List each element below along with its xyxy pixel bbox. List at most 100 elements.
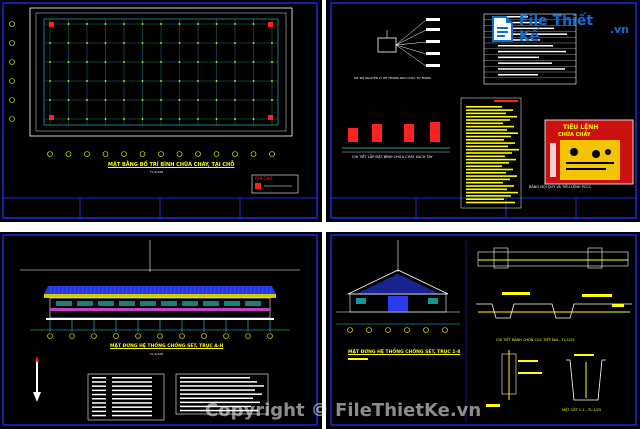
column-dot bbox=[141, 99, 144, 101]
column-dot bbox=[197, 23, 199, 25]
floor-plan-drawing bbox=[0, 0, 322, 222]
table-text bbox=[498, 68, 565, 70]
column-dot bbox=[160, 118, 162, 120]
text-line bbox=[466, 181, 503, 184]
column-dot bbox=[86, 42, 88, 44]
text-line bbox=[466, 155, 505, 158]
brand-logo[interactable]: File Thiết Kế .vn bbox=[489, 12, 629, 46]
floor-plan-title: MẶT BẰNG BỐ TRÍ BÌNH CHỮA CHÁY, TẠI CHỖ bbox=[108, 162, 235, 168]
column-dot bbox=[86, 99, 88, 101]
column-dot bbox=[123, 99, 125, 101]
window bbox=[182, 301, 198, 306]
text-line bbox=[466, 109, 513, 111]
elevation-ah-scale: TL:1/100 bbox=[150, 352, 164, 356]
column-dot bbox=[49, 42, 51, 44]
device-tag bbox=[426, 18, 440, 21]
column-dot bbox=[67, 23, 70, 25]
table-text bbox=[112, 389, 152, 392]
window bbox=[98, 301, 114, 306]
column-dot bbox=[49, 80, 51, 82]
column-dot bbox=[234, 80, 236, 82]
column-dot bbox=[197, 99, 199, 101]
text-line bbox=[466, 112, 506, 115]
column-dot bbox=[252, 99, 255, 101]
column-dot bbox=[86, 118, 88, 120]
table-text bbox=[180, 381, 257, 383]
device-tag bbox=[426, 64, 440, 67]
column-dot bbox=[104, 61, 107, 63]
table-text bbox=[498, 56, 539, 59]
text-line bbox=[466, 106, 502, 108]
text-line bbox=[466, 175, 517, 177]
table-text bbox=[112, 410, 152, 413]
text-line bbox=[466, 158, 516, 161]
column-dot bbox=[178, 80, 181, 82]
column-dot bbox=[271, 80, 273, 82]
column-dot bbox=[197, 80, 199, 82]
text-line bbox=[466, 188, 507, 191]
column-dot bbox=[252, 118, 255, 120]
text-line bbox=[466, 119, 510, 121]
text-line bbox=[466, 115, 517, 118]
column-dot bbox=[234, 118, 236, 120]
file-icon bbox=[489, 15, 515, 43]
text-line bbox=[466, 165, 502, 167]
column-dot bbox=[67, 80, 70, 82]
brand-tld: .vn bbox=[609, 22, 629, 36]
table-text bbox=[112, 414, 152, 417]
column-dot bbox=[104, 42, 107, 44]
table-text bbox=[180, 385, 264, 387]
column-dot bbox=[197, 61, 199, 63]
column-dot bbox=[252, 23, 255, 25]
text-line bbox=[466, 129, 507, 131]
watermark-text: Copyright © FileThietKe.vn bbox=[205, 399, 482, 421]
table-text bbox=[180, 377, 250, 379]
column-dot bbox=[215, 42, 218, 44]
text-line bbox=[466, 135, 511, 138]
text-line bbox=[466, 122, 503, 125]
column-dot bbox=[215, 99, 218, 101]
column-dot bbox=[123, 23, 125, 25]
text-line bbox=[466, 191, 518, 194]
column-dot bbox=[252, 42, 255, 44]
schematic-caption: SƠ ĐỒ NGUYÊN LÝ HỆ THỐNG BÁO CHÁY TỰ ĐỘN… bbox=[354, 76, 432, 80]
column-dot bbox=[215, 61, 218, 63]
table-text bbox=[498, 50, 566, 53]
column-dot bbox=[141, 42, 144, 44]
column-dot bbox=[160, 42, 162, 44]
column-dot bbox=[271, 99, 273, 101]
text-line bbox=[466, 198, 504, 200]
floor-plan-legend-title: GHI CHÚ: bbox=[255, 176, 274, 181]
table-text bbox=[92, 377, 106, 379]
column-dot bbox=[178, 23, 181, 25]
column-dot bbox=[123, 42, 125, 44]
text-line bbox=[466, 139, 504, 141]
text-line bbox=[466, 152, 512, 154]
table-text bbox=[112, 377, 152, 379]
device-tag bbox=[426, 52, 440, 55]
floor-plan-scale: TL:1/100 bbox=[150, 170, 164, 174]
device-tag bbox=[426, 40, 440, 43]
elevation-ah-title: MẶT ĐỨNG HỆ THỐNG CHỐNG SÉT, TRỤC A-H bbox=[110, 344, 224, 349]
brand-name: File Thiết Kế bbox=[519, 13, 594, 45]
elevation-18-title: MẶT ĐỨNG HỆ THỐNG CHỐNG SÉT, TRỤC 1-8 bbox=[348, 350, 461, 355]
column-dot bbox=[234, 61, 236, 63]
column-dot bbox=[178, 42, 181, 44]
column-dot bbox=[67, 61, 70, 63]
table-text bbox=[92, 406, 106, 408]
column-dot bbox=[67, 42, 70, 44]
table-text bbox=[112, 406, 152, 408]
column-dot bbox=[215, 80, 218, 82]
column-dot bbox=[49, 61, 51, 63]
column-dot bbox=[215, 23, 218, 25]
text-line bbox=[466, 145, 508, 148]
column-dot bbox=[67, 118, 70, 120]
column-dot bbox=[234, 99, 236, 101]
trench-detail-caption: CHI TIẾT RÃNH CHÔN CỌC TIẾP ĐỊA - TL:1/2… bbox=[496, 338, 575, 342]
column-dot bbox=[160, 80, 162, 82]
column-dot bbox=[123, 80, 125, 82]
column-dot bbox=[252, 61, 255, 63]
table-text bbox=[92, 410, 106, 413]
extinguisher-caption: CHI TIẾT LẮP ĐẶT BÌNH CHỮA CHÁY XÁCH TAY bbox=[352, 155, 433, 159]
column-dot bbox=[178, 61, 181, 63]
